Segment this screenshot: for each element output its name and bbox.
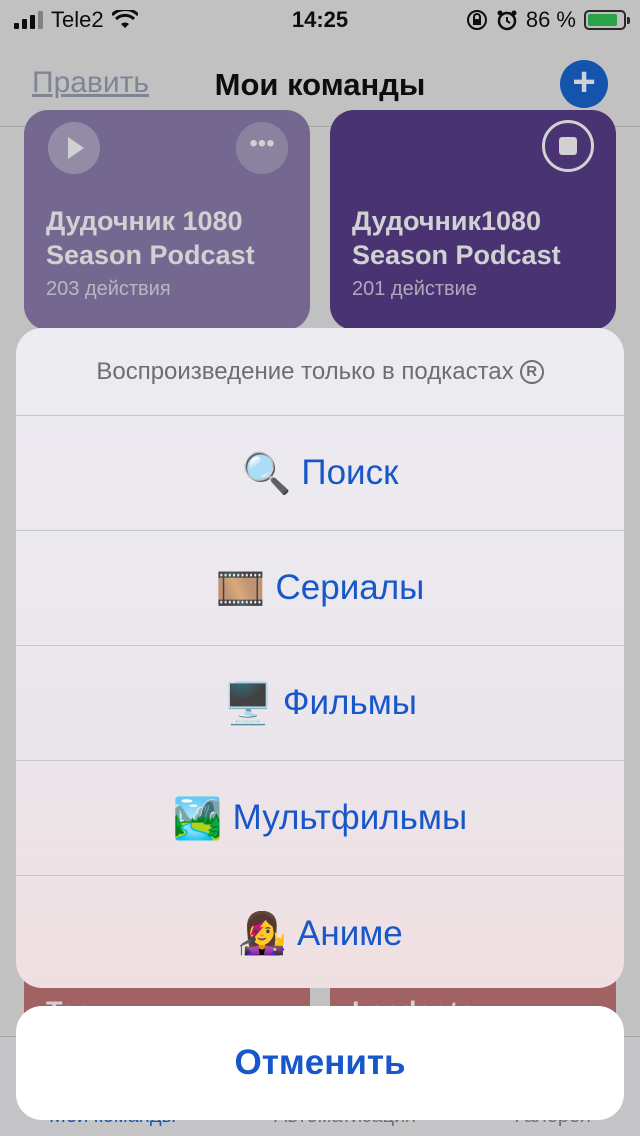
desktop-computer-icon: 🖥️ — [223, 681, 273, 726]
option-label: Фильмы — [282, 683, 417, 722]
option-search[interactable]: 🔍 Поиск — [16, 416, 624, 531]
option-movies[interactable]: 🖥️ Фильмы — [16, 646, 624, 761]
action-sheet-header: Воспроизведение только в подкастах R — [16, 328, 624, 416]
action-sheet-title: Воспроизведение только в подкастах — [96, 357, 514, 385]
option-label: Сериалы — [275, 568, 425, 607]
action-sheet: Воспроизведение только в подкастах R 🔍 П… — [16, 328, 624, 988]
cancel-button[interactable]: Отменить — [16, 1006, 624, 1120]
woman-singer-icon: 👩‍🎤 — [237, 912, 288, 956]
option-anime[interactable]: 👩‍🎤 Аниме — [16, 876, 624, 988]
option-label: Мультфильмы — [232, 798, 468, 837]
registered-icon: R — [519, 359, 544, 384]
magnifier-icon: 🔍 — [241, 451, 292, 496]
option-label: Аниме — [297, 913, 403, 953]
option-cartoons[interactable]: 🏞️ Мультфильмы — [16, 761, 624, 876]
option-series[interactable]: 🎞️ Сериалы — [16, 531, 624, 646]
option-label: Поиск — [301, 453, 399, 492]
landscape-picture-icon: 🏞️ — [172, 796, 223, 841]
film-strip-icon: 🎞️ — [215, 566, 266, 611]
